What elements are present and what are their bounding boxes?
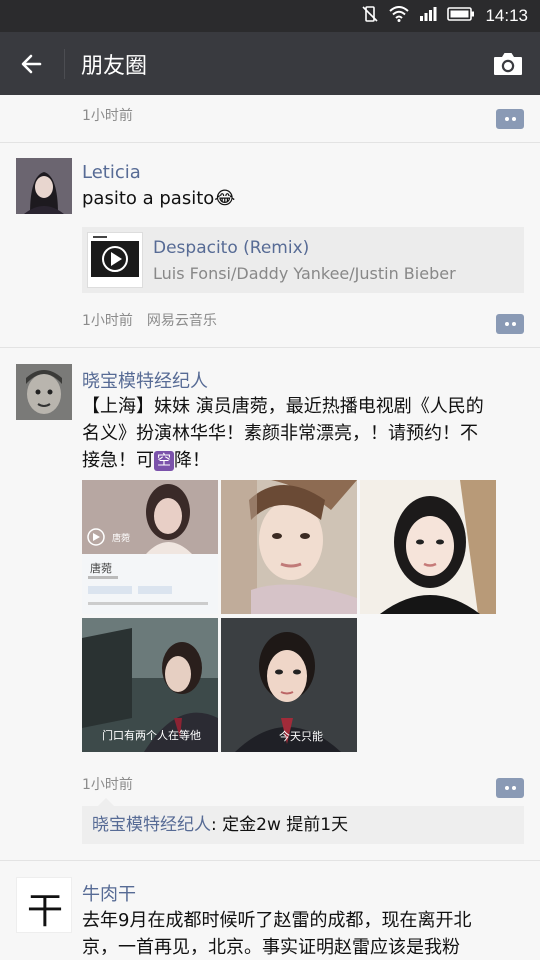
photo-1-caption: 唐菀: [112, 534, 131, 544]
page-title: 朋友圈: [81, 53, 148, 79]
status-time: 14:13: [485, 6, 528, 25]
status-bar: 14:13: [0, 0, 540, 32]
photo-5[interactable]: 今天只能: [221, 618, 357, 752]
album-cover: [87, 232, 143, 288]
camera-icon: [494, 52, 522, 75]
post-meta: 1小时前 网易云音乐: [82, 310, 217, 330]
post-leticia: Leticia pasito a pasito😂 Despacito (Remi…: [0, 143, 540, 348]
post-time: 1小时前: [82, 108, 133, 124]
signal-icon: [419, 6, 437, 26]
post-text: 去年9月在成都时候听了赵雷的成都，现在离开北 京，一首再见，北京。事实证明赵雷应…: [82, 907, 522, 960]
avatar[interactable]: 干: [16, 877, 72, 933]
photo-4[interactable]: 门口有两个人在等他: [82, 618, 218, 752]
avatar[interactable]: [16, 364, 72, 420]
photo-5-caption: 今天只能: [279, 730, 323, 743]
photo-2[interactable]: [221, 480, 357, 614]
post-author[interactable]: Leticia: [82, 162, 141, 183]
music-share-card[interactable]: Despacito (Remix) Luis Fonsi/Daddy Yanke…: [82, 227, 524, 293]
camera-button[interactable]: [476, 32, 540, 95]
back-button[interactable]: [0, 32, 64, 95]
post-text-line: 接急！可空降！: [82, 447, 522, 474]
photo-3[interactable]: [360, 480, 496, 614]
vibrate-off-icon: [361, 5, 379, 27]
post-text-fragment: 降！: [174, 450, 210, 471]
song-artists: Luis Fonsi/Daddy Yankee/Justin Bieber: [153, 263, 456, 283]
post-author[interactable]: 晓宝模特经纪人: [82, 367, 208, 393]
comment-item[interactable]: 晓宝模特经纪人: 定金2w 提前1天: [82, 798, 524, 844]
header-bar: 朋友圈: [0, 32, 540, 95]
post-text-line: 京，一首再见，北京。事实证明赵雷应该是我粉: [82, 937, 460, 958]
back-arrow-icon: [21, 54, 42, 73]
post-time: 1小时前: [82, 313, 133, 329]
moments-feed[interactable]: 1小时前 Leticia pasito a pasito😂 Despacito …: [0, 95, 540, 960]
post-text-line: 名义》扮演林华华！素颜非常漂亮，！请预约！不: [82, 423, 478, 444]
post-source[interactable]: 网易云音乐: [147, 310, 217, 330]
photo-1[interactable]: 唐菀 唐菀: [82, 480, 218, 614]
post-meta: 1小时前: [82, 105, 133, 125]
post-xiaobao: 晓宝模特经纪人 【上海】妹妹 演员唐菀，最近热播电视剧《人民的 名义》扮演林华华…: [0, 348, 540, 861]
post-time: 1小时前: [82, 777, 133, 793]
post-text-line: 【上海】妹妹 演员唐菀，最近热播电视剧《人民的: [82, 396, 484, 417]
post-text-fragment: 接急！可: [82, 450, 154, 471]
avatar-glyph: 干: [26, 891, 63, 932]
header-divider: [64, 48, 65, 79]
post-meta: 1小时前: [82, 774, 133, 794]
song-title: Despacito (Remix): [153, 237, 310, 258]
post-text: 【上海】妹妹 演员唐菀，最近热播电视剧《人民的 名义》扮演林华华！素颜非常漂亮，…: [82, 393, 522, 474]
post-previous-tail: 1小时前: [0, 95, 540, 143]
photo-4-caption: 门口有两个人在等他: [102, 729, 201, 742]
comment-author[interactable]: 晓宝模特经纪人: [92, 815, 211, 835]
post-author[interactable]: 牛肉干: [82, 880, 136, 906]
post-text-content: pasito a pasito😂: [82, 188, 236, 209]
vacant-emoji: 空: [154, 451, 174, 471]
like-comment-button[interactable]: [496, 778, 524, 798]
wifi-icon: [389, 6, 410, 26]
like-comment-button[interactable]: [496, 314, 524, 334]
avatar[interactable]: [16, 158, 72, 214]
comment-text: : 定金2w 提前1天: [211, 815, 349, 835]
like-comment-button[interactable]: [496, 109, 524, 129]
post-niurougan: 干 牛肉干 去年9月在成都时候听了赵雷的成都，现在离开北 京，一首再见，北京。事…: [0, 861, 540, 960]
battery-icon: [447, 6, 475, 26]
post-text-line: 去年9月在成都时候听了赵雷的成都，现在离开北: [82, 910, 472, 931]
photo-1-label: 唐菀: [90, 562, 112, 575]
